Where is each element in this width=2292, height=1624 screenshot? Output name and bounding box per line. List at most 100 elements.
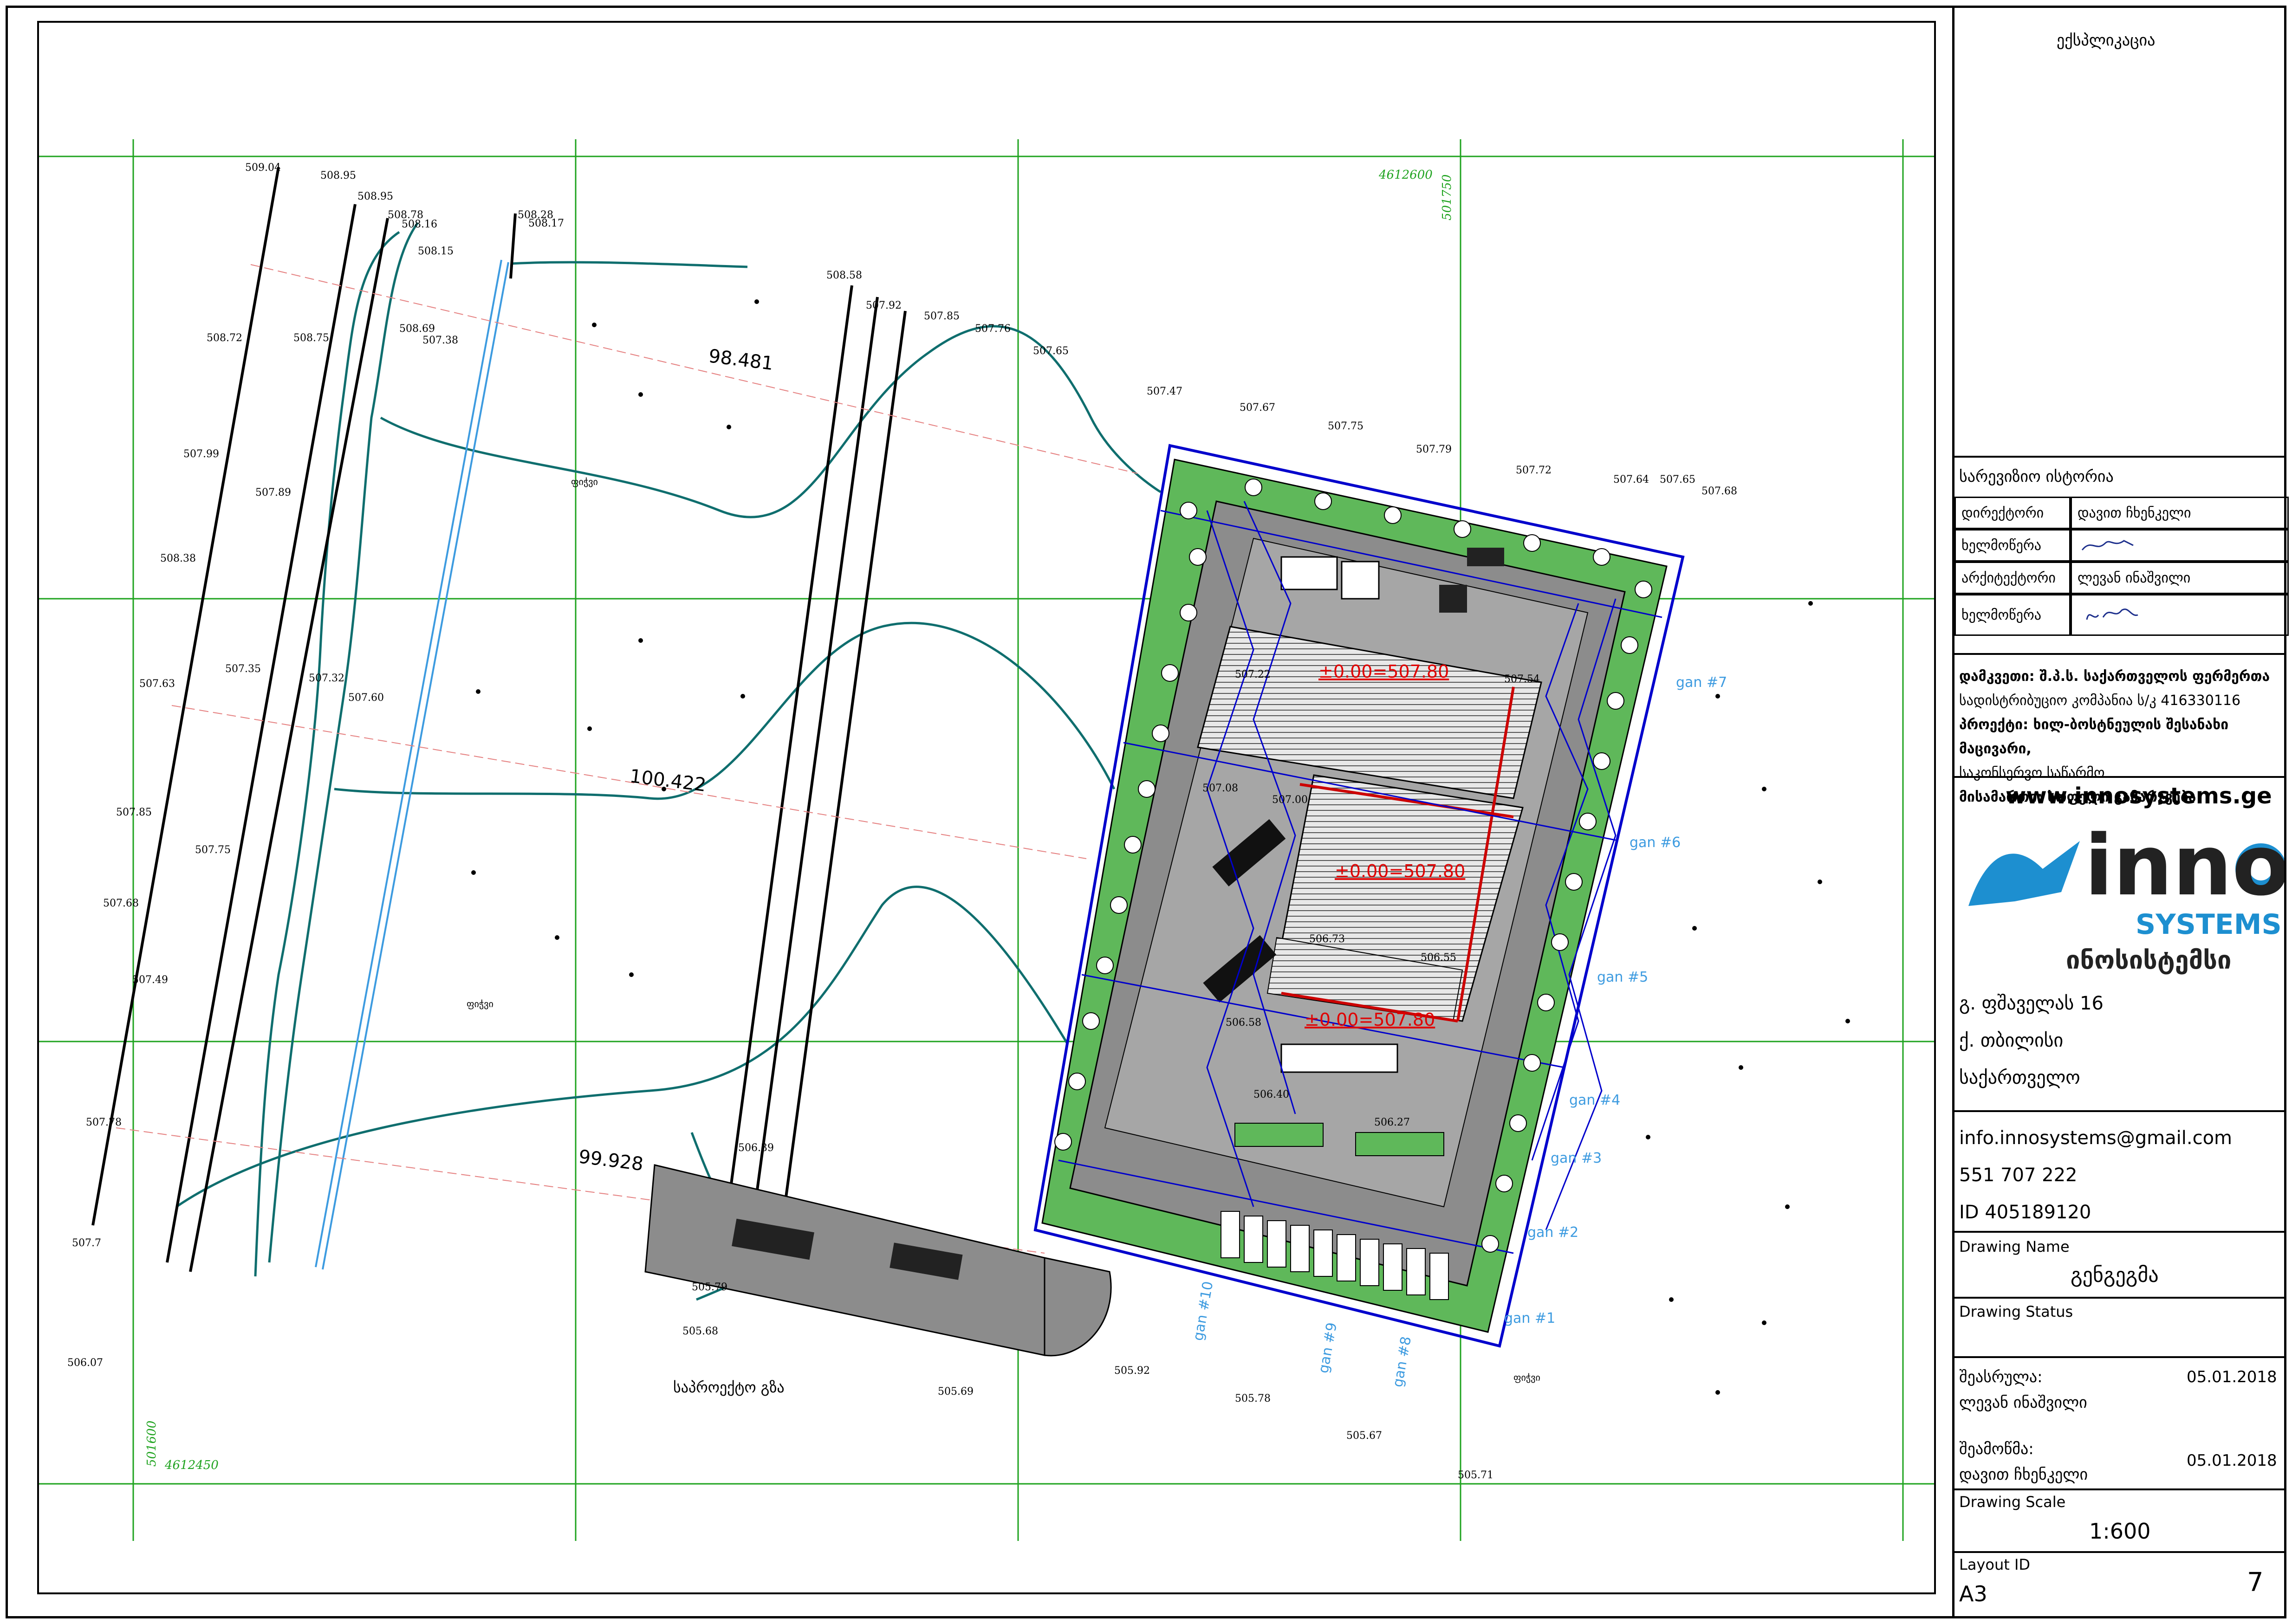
company-address: გ. ფშაველას 16 ქ. თბილისი საქართველო bbox=[1959, 985, 2104, 1096]
spot-elevation: 507.85 bbox=[924, 311, 960, 322]
performed-by: ლევან ინაშვილი bbox=[1959, 1393, 2087, 1412]
distance-label: 98.481 bbox=[708, 345, 775, 375]
website: www.innosystems.ge bbox=[2006, 783, 2272, 809]
channel-label: gan #8 bbox=[1389, 1335, 1415, 1389]
performed-date: 05.01.2018 bbox=[2187, 1368, 2277, 1386]
spot-elevation: 506.39 bbox=[738, 1142, 774, 1154]
coordinate-label: 501600 bbox=[145, 1421, 159, 1467]
address-country: საქართველო bbox=[1959, 1067, 2080, 1088]
spot-elevation: 508.17 bbox=[528, 218, 564, 229]
spot-elevation: 507.35 bbox=[225, 663, 261, 675]
spot-elevation: 507.68 bbox=[1701, 485, 1737, 497]
spot-elevation: 507.76 bbox=[975, 323, 1011, 335]
divider bbox=[1954, 1297, 2286, 1299]
spot-elevation: 505.78 bbox=[1235, 1393, 1271, 1404]
building-mark: 507.00 bbox=[1272, 794, 1308, 806]
spot-elevation: 507.49 bbox=[132, 974, 168, 986]
drawing-name: გენგეგმა bbox=[2071, 1263, 2159, 1287]
spot-elevation: 507.60 bbox=[348, 692, 384, 704]
spot-elevation: 508.15 bbox=[418, 246, 454, 257]
email[interactable]: info.innosystems@gmail.com bbox=[1959, 1119, 2232, 1157]
coordinate-label: 4612600 bbox=[1378, 168, 1433, 182]
building-mark: 506.27 bbox=[1374, 1117, 1410, 1128]
building-mark: 506.40 bbox=[1253, 1089, 1289, 1100]
building-mark: 507.54 bbox=[1504, 673, 1540, 685]
spot-elevation: 508.95 bbox=[320, 170, 356, 181]
reference-lines bbox=[116, 264, 1138, 1254]
channel-label: gan #3 bbox=[1551, 1150, 1602, 1166]
history-role: არქიტექტორი bbox=[1954, 562, 2071, 594]
logo-swoosh bbox=[1968, 841, 2080, 906]
signature-cell bbox=[2071, 529, 2289, 562]
address-city: ქ. თბილისი bbox=[1959, 1030, 2064, 1051]
spot-elevation: 507.63 bbox=[139, 678, 175, 690]
history-title: სარევიზიო ისტორია bbox=[1959, 467, 2114, 486]
tree-label: ფიჭვი bbox=[571, 476, 598, 487]
spot-elevation: 507.79 bbox=[1416, 444, 1452, 455]
spot-elevation: 508.75 bbox=[293, 332, 329, 344]
spot-elevation: 505.79 bbox=[692, 1281, 727, 1293]
pipeline bbox=[315, 259, 509, 1270]
coordinate-label: 4612450 bbox=[164, 1458, 219, 1472]
channel-label: gan #2 bbox=[1527, 1224, 1578, 1241]
spot-elevation: 508.38 bbox=[160, 553, 196, 564]
spot-elevation: 508.69 bbox=[399, 323, 435, 335]
spot-elevation: 506.07 bbox=[67, 1357, 103, 1369]
client-line: დამკვეთი: შ.პ.ს. საქართველოს ფერმერთა bbox=[1959, 668, 2270, 685]
channel-label: gan #4 bbox=[1569, 1092, 1620, 1108]
channel-label: gan #6 bbox=[1630, 835, 1681, 851]
channel-label: gan #5 bbox=[1597, 969, 1648, 985]
history-name: ლევან ინაშვილი bbox=[2071, 562, 2289, 594]
tree-label: ფიჭვი bbox=[467, 998, 493, 1009]
spot-elevation: 507.85 bbox=[116, 807, 152, 818]
checked-date: 05.01.2018 bbox=[2187, 1451, 2277, 1470]
drawing-status-label: Drawing Status bbox=[1959, 1303, 2073, 1320]
history-role: დირექტორი bbox=[1954, 497, 2071, 529]
divider bbox=[1954, 1551, 2286, 1553]
layout-id: A3 bbox=[1959, 1581, 1987, 1606]
scale-label: Drawing Scale bbox=[1959, 1493, 2066, 1511]
divider bbox=[1954, 456, 2286, 458]
company-id: ID 405189120 bbox=[1959, 1202, 2091, 1223]
checked-label: შეამოწმა: bbox=[1959, 1440, 2034, 1458]
divider bbox=[1954, 1356, 2286, 1358]
channel-label: gan #1 bbox=[1504, 1310, 1555, 1326]
address-street: გ. ფშაველას 16 bbox=[1959, 993, 2104, 1014]
site-plan: 509.04 508.95 508.95 508.78 508.16 508.1… bbox=[39, 139, 1934, 1541]
checked-by: დავით ჩხენკელი bbox=[1959, 1465, 2088, 1484]
sheet-number: 7 bbox=[2247, 1567, 2264, 1598]
spot-elevation: 507.72 bbox=[1516, 465, 1552, 476]
spot-elevation: 505.69 bbox=[938, 1386, 974, 1398]
spot-elevation: 507.75 bbox=[1328, 421, 1364, 432]
company-logo: inno SYSTEMS ინოსისტემსი bbox=[1968, 817, 2284, 975]
channel-label: gan #10 bbox=[1190, 1280, 1216, 1342]
building-mark: 506.73 bbox=[1309, 933, 1345, 945]
history-role: ხელმოწერა bbox=[1954, 594, 2071, 636]
signature-icon bbox=[2086, 608, 2138, 620]
logo-text: inno bbox=[2084, 817, 2284, 914]
title-block: ექსპლიკაცია სარევიზიო ისტორია დირექტორი … bbox=[1952, 6, 2289, 1618]
spot-elevation: 505.67 bbox=[1346, 1430, 1382, 1442]
history-role: ხელმოწერა bbox=[1954, 529, 2071, 562]
spot-elevation: 507.89 bbox=[255, 487, 291, 498]
performed-label: შეასრულა: bbox=[1959, 1368, 2043, 1386]
signature-cell bbox=[2071, 594, 2289, 636]
distance-label: 100.422 bbox=[629, 765, 708, 796]
client-line: სადისტრიბუციო კომპანია ს/კ 416330116 bbox=[1959, 692, 2241, 709]
spot-elevation: 508.58 bbox=[826, 270, 862, 281]
logo-systems: SYSTEMS bbox=[2136, 908, 2282, 941]
distance-label: 99.928 bbox=[578, 1146, 645, 1175]
spot-elevation: 505.71 bbox=[1458, 1469, 1493, 1481]
building-mark: 506.58 bbox=[1226, 1017, 1261, 1029]
project-line: საკონსერვო საწარმო bbox=[1959, 765, 2105, 781]
spot-elevation: 507.78 bbox=[86, 1117, 122, 1128]
spot-elevation: 507.75 bbox=[195, 844, 231, 856]
spot-elevation: 505.92 bbox=[1114, 1365, 1150, 1377]
spot-elevation: 507.64 bbox=[1613, 474, 1649, 485]
spot-elevation: 509.04 bbox=[245, 162, 281, 174]
spot-elevation: 508.95 bbox=[357, 191, 393, 202]
road-label: საპროექტო გზა bbox=[673, 1378, 785, 1396]
building-mark: 507.22 bbox=[1235, 669, 1271, 680]
spot-elevation: 507.47 bbox=[1147, 386, 1182, 397]
explication-title: ექსპლიკაცია bbox=[2057, 31, 2156, 50]
